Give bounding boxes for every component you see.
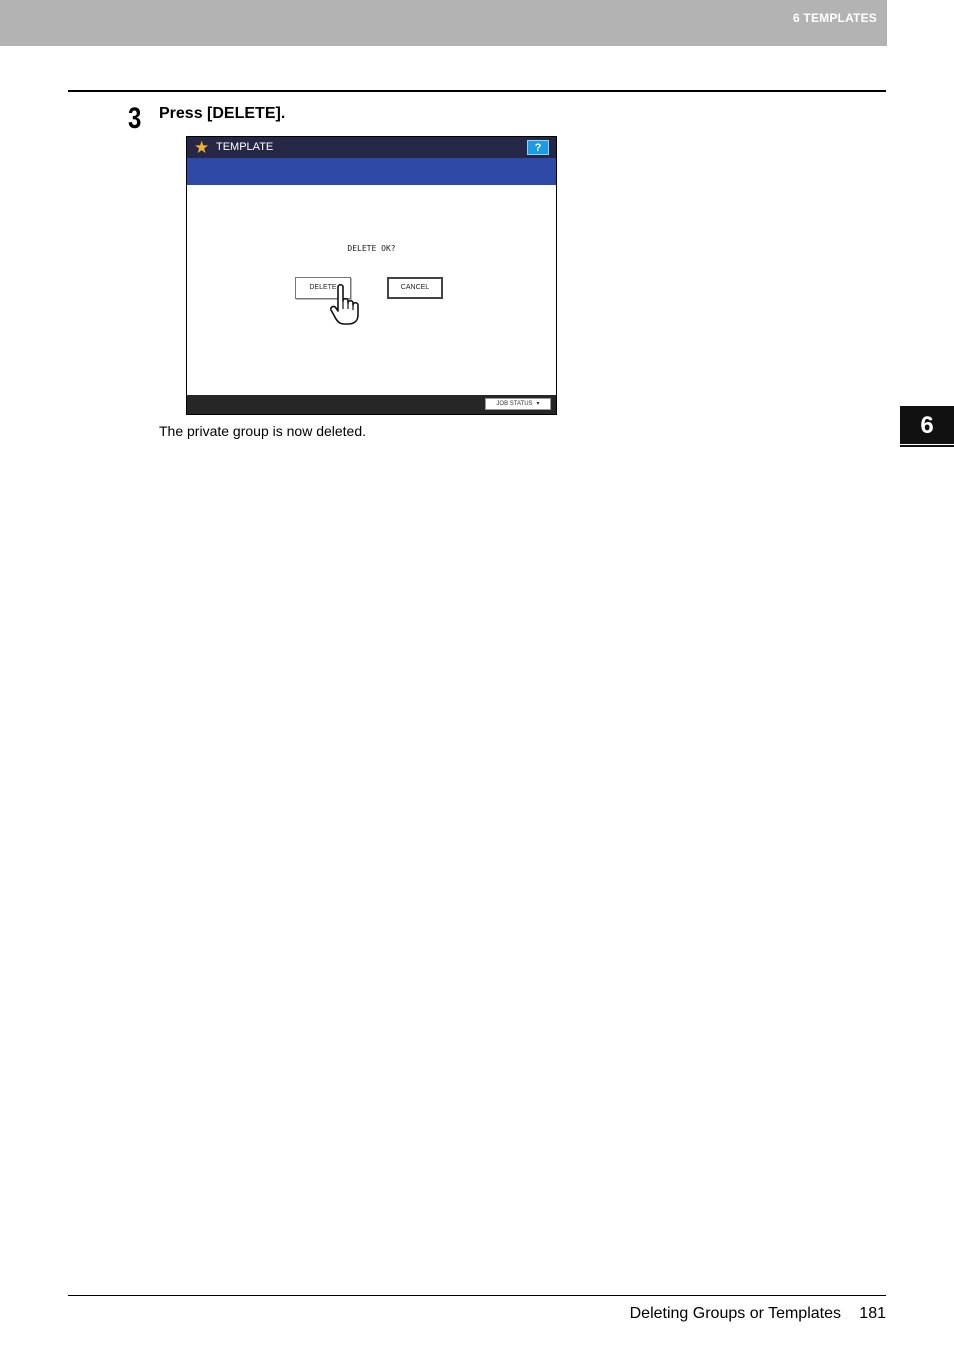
template-screen-screenshot: ★ TEMPLATE ? DELETE OK? DELETE CANCEL JO…	[186, 136, 557, 415]
hand-pointer-icon	[330, 283, 359, 325]
job-status-label: JOB STATUS	[496, 401, 533, 407]
top-divider	[68, 90, 886, 92]
help-button[interactable]: ?	[527, 140, 549, 155]
step-instruction: Press [DELETE].	[159, 105, 286, 122]
screen-titlebar: ★ TEMPLATE ?	[187, 137, 556, 158]
header-title: 6 TEMPLATES	[793, 11, 877, 25]
bottom-divider	[68, 1295, 886, 1296]
screen-title: TEMPLATE	[216, 141, 274, 153]
result-caption: The private group is now deleted.	[159, 423, 367, 439]
screen-footer-bar: JOB STATUS ▾	[187, 395, 556, 414]
screen-header-band	[187, 158, 556, 185]
chapter-tab: 6	[900, 406, 954, 444]
arrow-down-icon: ▾	[536, 401, 540, 407]
star-icon: ★	[194, 138, 210, 157]
page-header-bar: 6 TEMPLATES	[0, 0, 887, 46]
page-number: 181	[859, 1305, 886, 1322]
cancel-button[interactable]: CANCEL	[387, 277, 443, 299]
job-status-button[interactable]: JOB STATUS ▾	[485, 398, 551, 410]
chapter-tab-underline	[900, 445, 954, 447]
chapter-number: 6	[920, 412, 934, 439]
step-number: 3	[128, 102, 142, 135]
delete-confirm-message: DELETE OK?	[347, 244, 396, 253]
footer-section-title: Deleting Groups or Templates	[629, 1305, 841, 1322]
